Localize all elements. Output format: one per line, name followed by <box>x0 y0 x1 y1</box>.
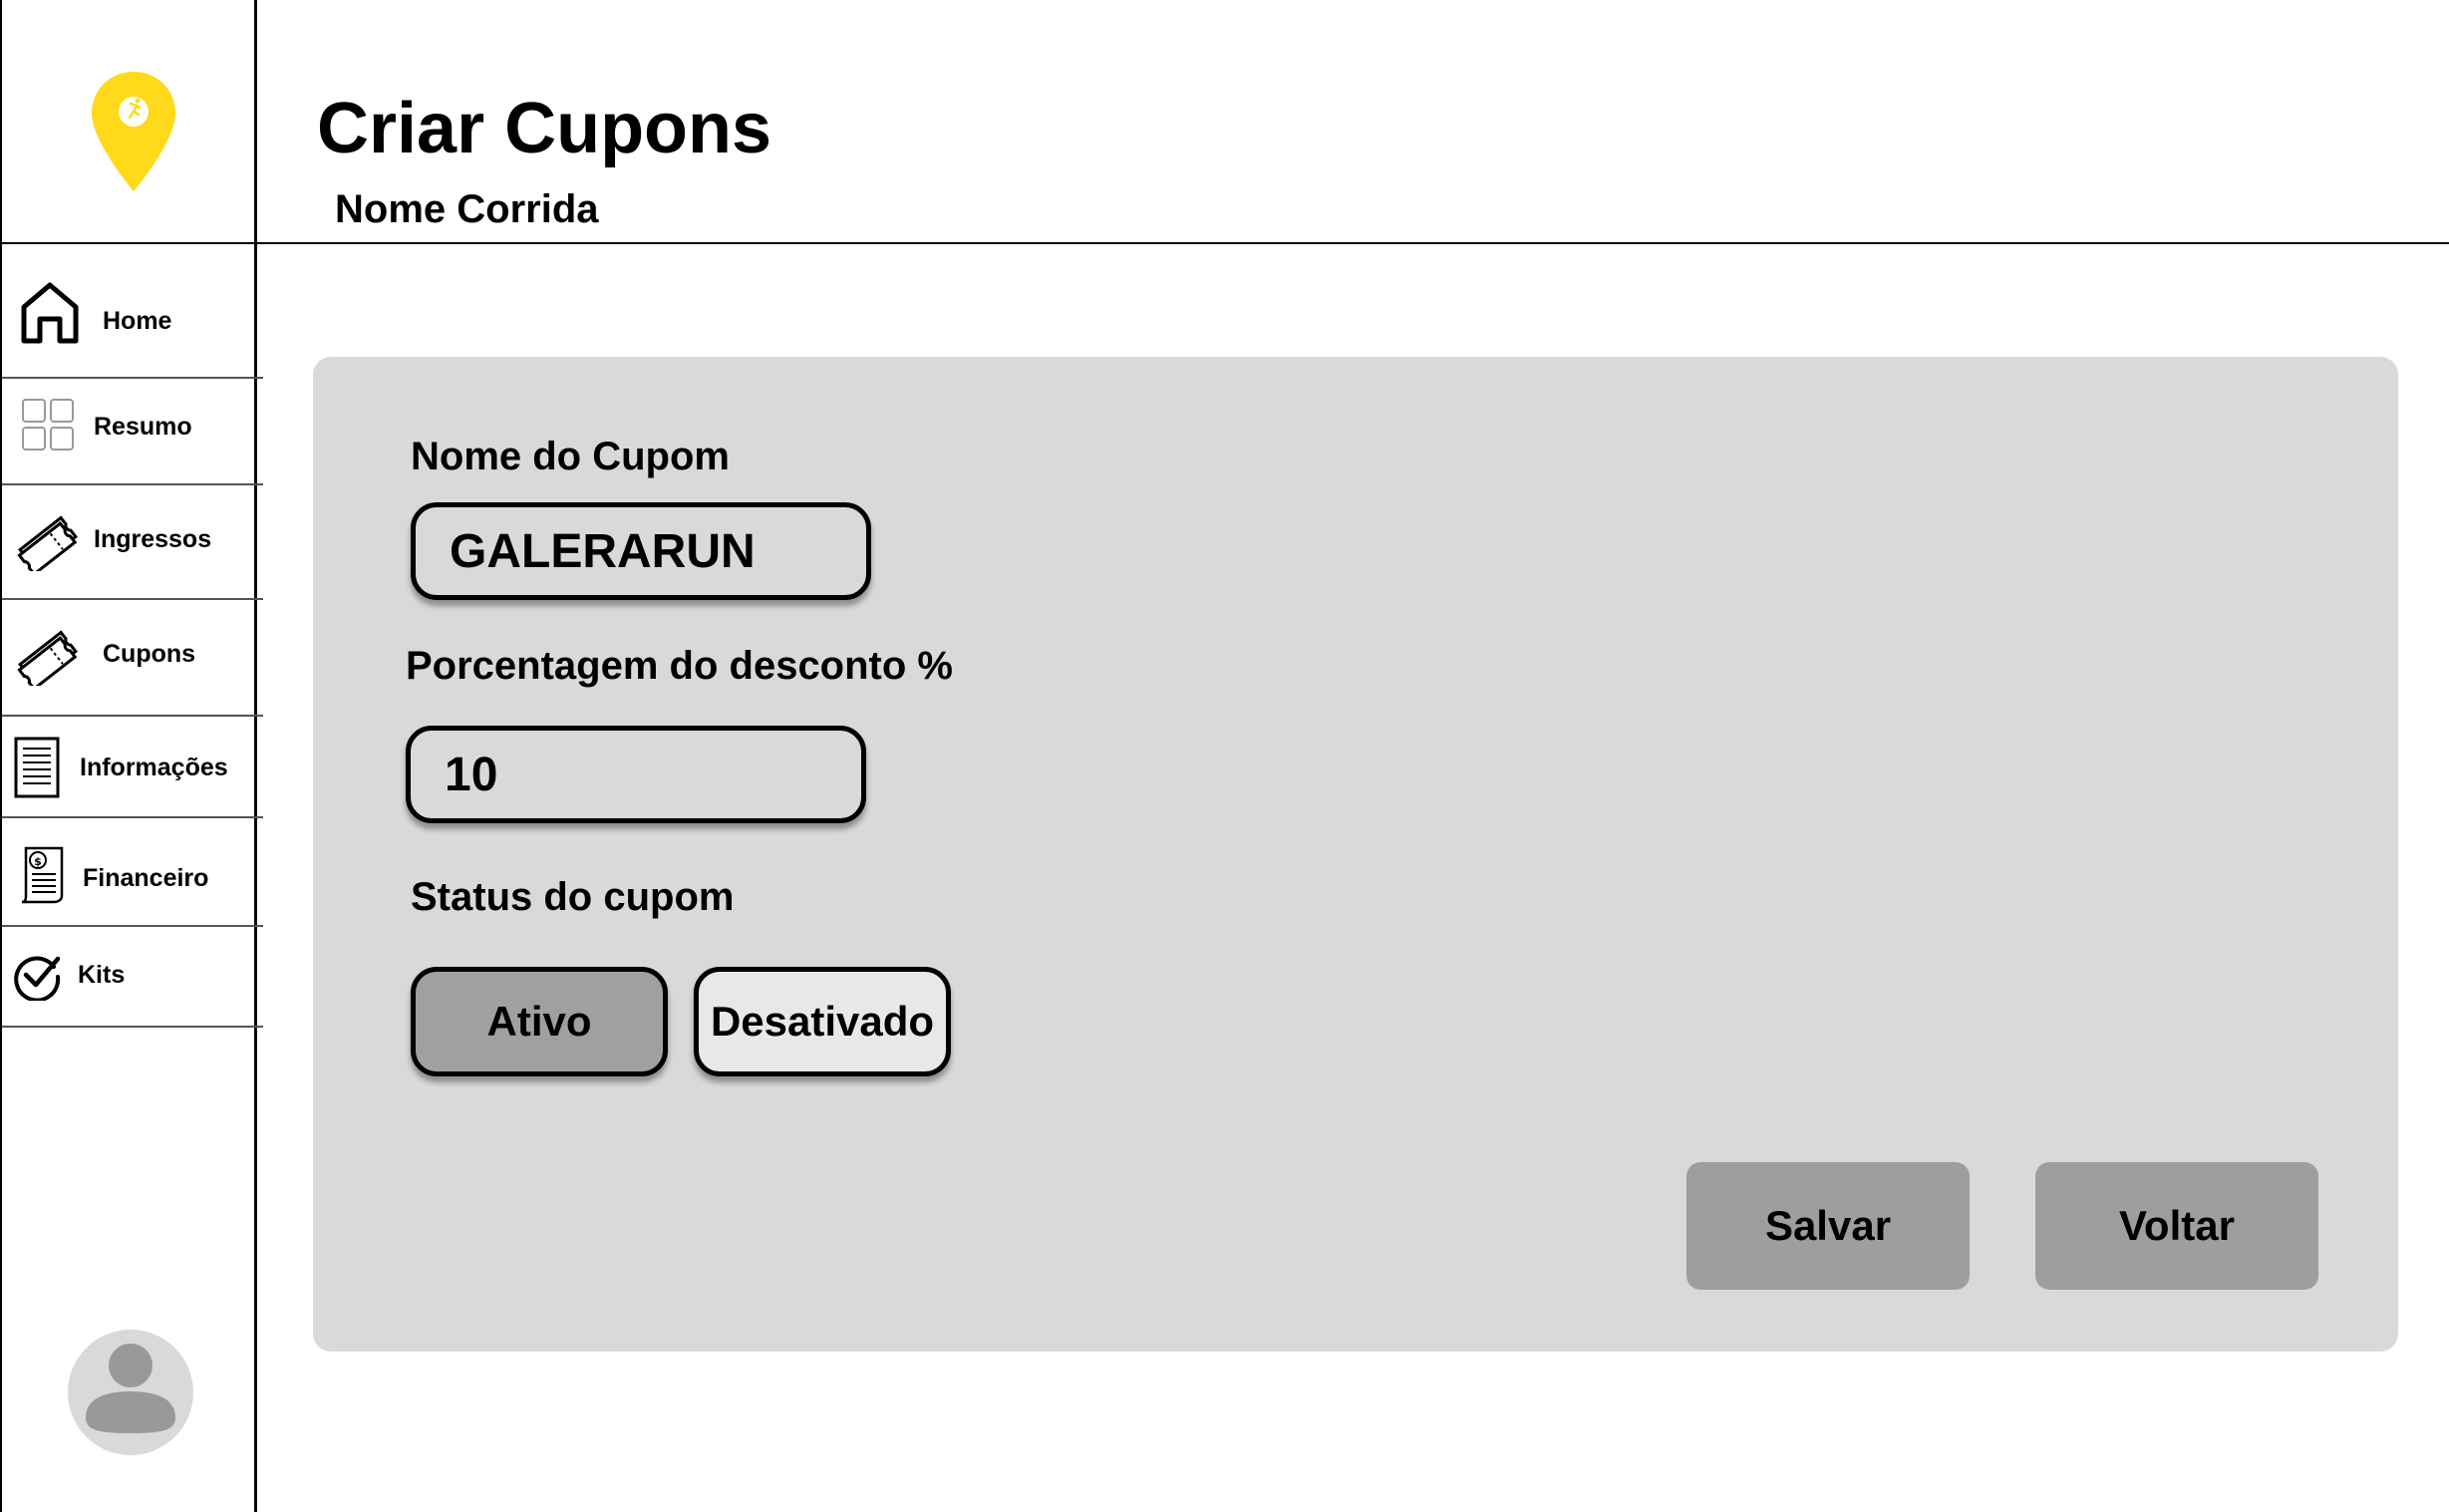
sidebar-item-label: Informações <box>80 754 228 781</box>
sidebar-item-home[interactable]: Home <box>2 244 263 379</box>
sidebar-item-label: Financeiro <box>83 864 209 892</box>
coupon-name-label: Nome do Cupom <box>411 435 730 478</box>
status-inactive-button[interactable]: Desativado <box>694 967 951 1076</box>
sidebar-item-label: Cupons <box>103 640 196 668</box>
page-subtitle: Nome Corrida <box>335 187 599 231</box>
sidebar: Home Resumo Ingressos Cupons Informações… <box>0 0 263 1512</box>
receipt-icon: $ <box>21 846 64 904</box>
home-icon <box>21 282 79 344</box>
sidebar-item-label: Resumo <box>94 413 192 441</box>
logo-area <box>2 0 256 244</box>
check-circle-icon <box>14 956 61 1001</box>
sidebar-item-kits[interactable]: Kits <box>2 927 263 1028</box>
ticket-icon <box>17 515 78 571</box>
svg-text:$: $ <box>34 855 42 868</box>
page-title: Criar Cupons <box>317 89 772 168</box>
document-icon <box>14 737 60 798</box>
status-label: Status do cupom <box>411 875 735 919</box>
sidebar-item-resumo[interactable]: Resumo <box>2 379 263 485</box>
grid-icon <box>22 399 74 451</box>
coupon-ticket-icon <box>17 630 78 686</box>
sidebar-item-informacoes[interactable]: Informações <box>2 717 263 818</box>
discount-input[interactable] <box>406 726 866 823</box>
sidebar-item-label: Kits <box>78 961 126 989</box>
status-active-button[interactable]: Ativo <box>411 967 668 1076</box>
page-header: Criar Cupons Nome Corrida <box>257 0 2449 244</box>
user-avatar-icon <box>86 1344 175 1433</box>
discount-label: Porcentagem do desconto % <box>406 644 953 688</box>
coupon-form-panel: Nome do Cupom Porcentagem do desconto % … <box>313 357 2398 1352</box>
sidebar-item-financeiro[interactable]: $ Financeiro <box>2 818 263 927</box>
sidebar-item-label: Home <box>103 307 172 335</box>
user-avatar[interactable] <box>68 1330 193 1455</box>
sidebar-item-cupons[interactable]: Cupons <box>2 600 263 717</box>
coupon-name-input[interactable] <box>411 502 871 600</box>
location-pin-logo-icon <box>92 72 175 191</box>
back-button[interactable]: Voltar <box>2035 1162 2318 1290</box>
sidebar-item-label: Ingressos <box>94 525 212 553</box>
sidebar-item-ingressos[interactable]: Ingressos <box>2 485 263 600</box>
save-button[interactable]: Salvar <box>1686 1162 1970 1290</box>
